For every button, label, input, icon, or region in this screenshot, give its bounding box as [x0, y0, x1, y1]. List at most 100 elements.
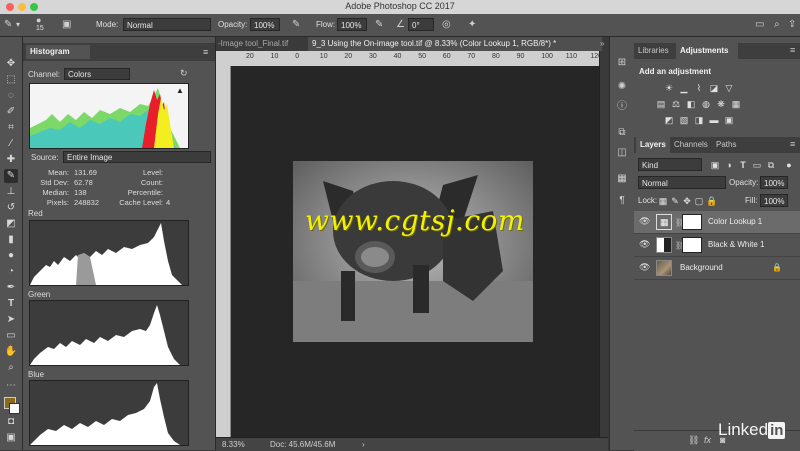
channel-select[interactable]: Colors — [64, 68, 130, 80]
mode-select[interactable]: Normal — [123, 18, 211, 31]
type-tool-icon[interactable]: T — [4, 297, 18, 311]
swatches-panel-icon[interactable]: ▦ — [614, 171, 630, 187]
invert-icon[interactable]: ◩ — [664, 115, 674, 125]
zoom-tool-icon[interactable]: ⌕ — [4, 361, 18, 375]
history-brush-tool-icon[interactable]: ↺ — [4, 201, 18, 215]
quick-mask-icon[interactable]: ◘ — [4, 415, 18, 429]
status-menu-icon[interactable]: › — [362, 440, 365, 449]
doc-size[interactable]: Doc: 45.6M/45.6M — [270, 440, 335, 449]
clone-stamp-tool-icon[interactable]: ⊥ — [4, 185, 18, 199]
source-select[interactable]: Entire Image — [63, 151, 211, 163]
tab-document-final[interactable]: -Image tool_Final.tif — [216, 37, 306, 51]
opacity-input[interactable]: 100% — [250, 18, 280, 31]
lasso-tool-icon[interactable]: ◌ — [4, 89, 18, 103]
screen-mode-icon[interactable]: ▣ — [4, 431, 18, 445]
search-icon[interactable]: ⌕ — [774, 19, 780, 30]
shape-filter-icon[interactable]: ▭ — [752, 160, 762, 170]
airbrush-icon[interactable]: ✎ — [375, 19, 383, 30]
pressure-size-icon[interactable]: ◎ — [442, 19, 451, 30]
gradient-tool-icon[interactable]: ▮ — [4, 233, 18, 247]
angle-input[interactable]: 0° — [408, 18, 434, 31]
more-tools-icon[interactable]: ⋯ — [4, 379, 18, 393]
marquee-tool-icon[interactable]: ⬚ — [4, 73, 18, 87]
pixel-filter-icon[interactable]: ▣ — [710, 160, 720, 170]
layer-row[interactable]: 👁 Background 🔒 — [634, 257, 800, 280]
share-icon[interactable]: ⇪ — [788, 19, 796, 30]
blend-mode-select[interactable]: Normal — [638, 176, 726, 189]
cache-warning-icon[interactable]: ▲ — [176, 86, 184, 95]
black-white-icon[interactable]: ◧ — [686, 99, 696, 109]
panel-menu-icon[interactable]: ≡ — [790, 45, 795, 55]
brush-size[interactable]: 15 — [36, 25, 44, 32]
hand-tool-icon[interactable]: ✋ — [4, 345, 18, 359]
layer-name[interactable]: Background — [680, 263, 723, 272]
tab-paths[interactable]: Paths — [716, 137, 746, 153]
layer-name[interactable]: Color Lookup 1 — [708, 217, 762, 226]
tab-document-active[interactable]: 9_3 Using the On-image tool.tif @ 8.33% … — [308, 37, 602, 51]
selective-color-icon[interactable]: ▣ — [724, 115, 734, 125]
brush-panel-icon[interactable]: ▣ — [62, 19, 71, 30]
posterize-icon[interactable]: ▧ — [679, 115, 689, 125]
zoom-level[interactable]: 8.33% — [222, 440, 245, 449]
dodge-tool-icon[interactable]: ◔ — [4, 265, 18, 279]
info-panel-icon[interactable]: ⓘ — [614, 99, 630, 115]
symmetry-icon[interactable]: ✦ — [468, 19, 476, 30]
photo-filter-icon[interactable]: ◍ — [701, 99, 711, 109]
layer-name[interactable]: Black & White 1 — [708, 240, 764, 249]
fx-icon[interactable]: fx — [704, 435, 711, 445]
lock-transparency-icon[interactable]: ▦ — [658, 196, 668, 206]
document-image[interactable] — [293, 161, 533, 342]
more-tabs-icon[interactable]: » — [600, 39, 604, 48]
properties-panel-icon[interactable]: ⧉ — [614, 125, 630, 141]
levels-icon[interactable]: ▁ — [679, 83, 689, 93]
layer-mask-thumbnail[interactable] — [682, 237, 702, 253]
layer-mask-thumbnail[interactable] — [682, 214, 702, 230]
chevron-down-icon[interactable]: ▾ — [16, 19, 20, 30]
angle-icon[interactable]: ∠ — [396, 19, 405, 30]
eraser-tool-icon[interactable]: ◩ — [4, 217, 18, 231]
lock-all-icon[interactable]: 🔒 — [706, 196, 717, 206]
tab-libraries[interactable]: Libraries — [638, 43, 676, 59]
layer-filter-select[interactable]: Kind — [638, 158, 702, 171]
healing-brush-tool-icon[interactable]: ✚ — [4, 153, 18, 167]
tab-layers[interactable]: Layers — [636, 137, 670, 153]
exposure-icon[interactable]: ◪ — [709, 83, 719, 93]
flow-input[interactable]: 100% — [337, 18, 367, 31]
layer-opacity-input[interactable]: 100% — [760, 176, 788, 189]
color-balance-icon[interactable]: ⚖ — [671, 99, 681, 109]
lock-pixels-icon[interactable]: ✎ — [670, 196, 680, 206]
navigator-panel-icon[interactable]: ✺ — [614, 79, 630, 95]
eyedropper-tool-icon[interactable]: ⁄ — [4, 137, 18, 151]
fill-input[interactable]: 100% — [760, 194, 788, 207]
visibility-eye-icon[interactable]: 👁 — [639, 216, 650, 227]
adjustment-filter-icon[interactable]: ◑ — [724, 160, 734, 170]
rectangle-tool-icon[interactable]: ▭ — [4, 329, 18, 343]
visibility-eye-icon[interactable]: 👁 — [639, 239, 650, 250]
brush-tool-icon[interactable]: ✎ — [4, 169, 18, 183]
smart-object-filter-icon[interactable]: ⧉ — [766, 160, 776, 170]
hue-saturation-icon[interactable]: ▤ — [656, 99, 666, 109]
styles-panel-icon[interactable]: ◫ — [614, 145, 630, 161]
character-panel-icon[interactable]: ¶ — [614, 193, 630, 209]
link-layers-icon[interactable]: ⛓ — [688, 435, 699, 446]
tab-adjustments[interactable]: Adjustments — [676, 43, 738, 59]
vertical-scrollbar[interactable] — [599, 51, 609, 437]
tab-histogram[interactable]: Histogram — [26, 45, 90, 59]
pressure-opacity-icon[interactable]: ✎ — [292, 19, 300, 30]
blur-tool-icon[interactable]: ● — [4, 249, 18, 263]
brush-tool-icon[interactable]: ✎ — [4, 19, 12, 30]
workspace-icon[interactable]: ▭ — [755, 19, 764, 30]
lock-position-icon[interactable]: ✥ — [682, 196, 692, 206]
layer-row[interactable]: 👁 ⛓ Black & White 1 — [634, 234, 800, 257]
lock-artboard-icon[interactable]: ▢ — [694, 196, 704, 206]
curves-icon[interactable]: ⌇ — [694, 83, 704, 93]
refresh-icon[interactable]: ↻ — [180, 68, 188, 79]
layer-row[interactable]: 👁 ▦ ⛓ Color Lookup 1 — [634, 211, 800, 234]
pen-tool-icon[interactable]: ✒ — [4, 281, 18, 295]
filter-toggle-icon[interactable]: ● — [784, 160, 794, 170]
color-lookup-icon[interactable]: ▦ — [731, 99, 741, 109]
path-select-tool-icon[interactable]: ➤ — [4, 313, 18, 327]
history-panel-icon[interactable]: ⊞ — [614, 55, 630, 71]
tab-channels[interactable]: Channels — [674, 137, 714, 153]
channel-mixer-icon[interactable]: ❋ — [716, 99, 726, 109]
